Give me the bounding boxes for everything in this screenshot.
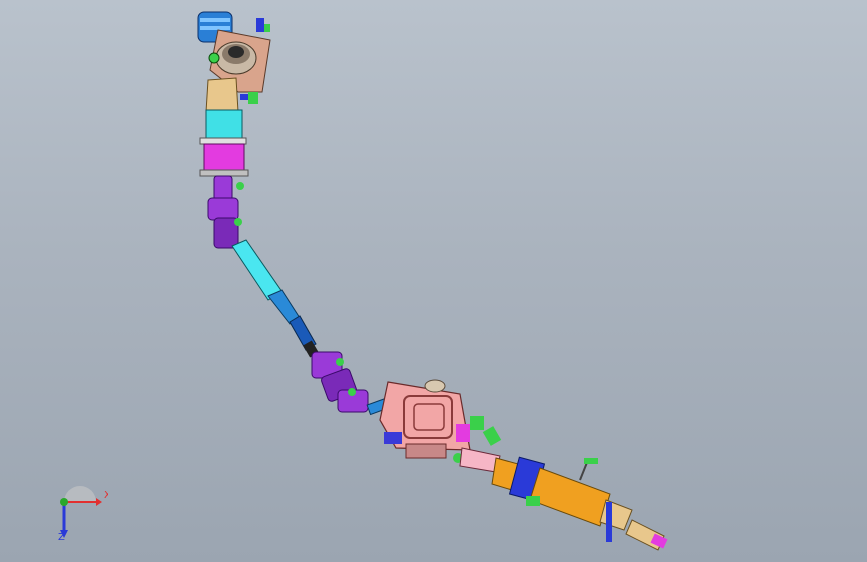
eps-motor-housing[interactable] [379,379,502,463]
y-axis-dot-icon [60,498,68,506]
orientation-triad: X Z [58,486,108,542]
upper-universal-joint[interactable] [207,175,244,249]
x-axis-label: X [104,490,108,501]
x-axis-arrow-icon [96,498,102,506]
steering-assembly-model[interactable] [0,0,867,562]
z-axis-label: Z [58,532,65,542]
cad-viewport[interactable]: X Z [0,0,867,562]
intermediate-shaft[interactable] [231,239,319,358]
triad-plane-icon [64,486,96,502]
lower-column-jacket[interactable] [459,447,668,551]
column-upper-sleeve[interactable] [199,77,249,177]
